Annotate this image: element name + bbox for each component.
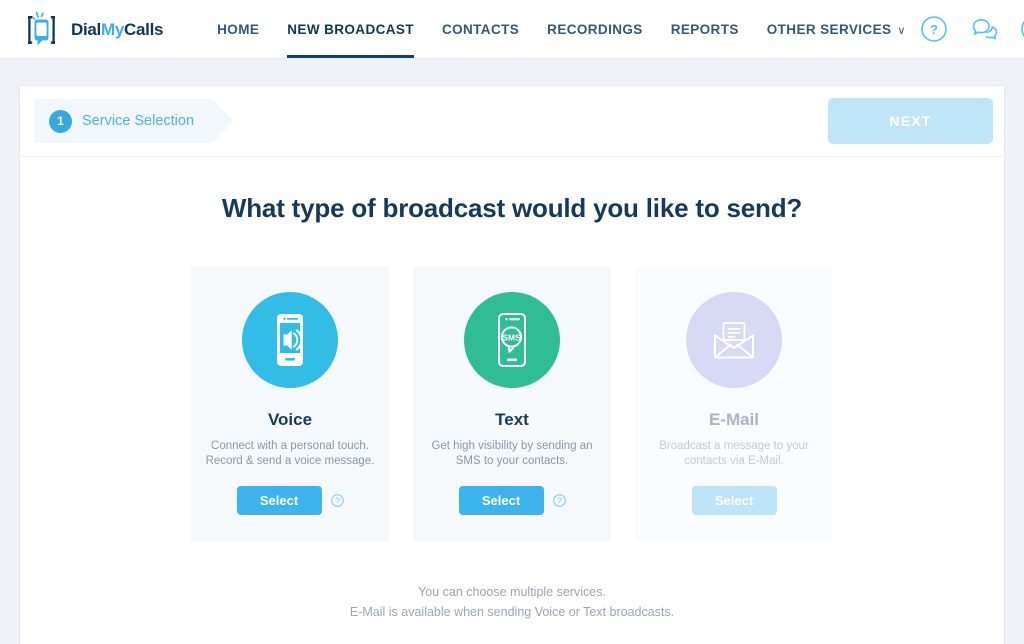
nav-label: REPORTS (670, 21, 739, 37)
footnote-line1: You can choose multiple services. (418, 585, 606, 599)
card-description: Get high visibility by sending an SMS to… (427, 439, 597, 469)
dialmycalls-phone-logo-icon (24, 10, 68, 50)
nav-item-other-services[interactable]: OTHER SERVICES ∨ (753, 0, 920, 58)
card-description-line1: Broadcast a message to your (659, 440, 809, 452)
card-title: E-Mail (708, 410, 760, 429)
nav-item-home[interactable]: HOME (203, 0, 273, 58)
phone-sms-icon: SMS (464, 292, 560, 388)
service-card-email: E-Mail Broadcast a message to your conta… (635, 266, 833, 542)
nav-item-new-broadcast[interactable]: NEW BROADCAST (273, 0, 428, 58)
card-description-line2: SMS to your contacts. (455, 455, 569, 467)
step-service-selection[interactable]: 1 Service Selection (34, 99, 235, 143)
page-background: 1 Service Selection NEXT What type of br… (0, 59, 1024, 644)
nav-label: CONTACTS (441, 21, 520, 37)
card-description-line1: Get high visibility by sending an (431, 440, 593, 452)
main-navigation: HOME NEW BROADCAST CONTACTS RECORDINGS R… (203, 0, 920, 58)
nav-label: RECORDINGS (547, 21, 643, 37)
app-header: DialMyCalls HOME NEW BROADCAST CONTACTS … (0, 0, 1024, 59)
nav-label: HOME (217, 21, 260, 37)
nav-item-recordings[interactable]: RECORDINGS (533, 0, 657, 58)
card-description-line1: Connect with a personal touch. (211, 440, 369, 452)
step-label: Service Selection (82, 113, 195, 129)
card-title: Text (495, 410, 529, 429)
nav-label: OTHER SERVICES (766, 21, 892, 37)
header-actions: ? (920, 15, 1024, 43)
logo-text-my: My (100, 20, 125, 39)
logo-text-dial: Dial (71, 20, 101, 39)
select-button-email: Select (691, 486, 777, 515)
card-title: Voice (267, 410, 313, 429)
chat-bubbles-icon[interactable] (970, 15, 998, 43)
logo-text-calls: Calls (124, 20, 164, 39)
next-button[interactable]: NEXT (828, 98, 993, 144)
envelope-icon (686, 292, 782, 388)
nav-label: NEW BROADCAST (287, 21, 414, 37)
service-card-voice[interactable]: Voice Connect with a personal touch. Rec… (191, 266, 389, 542)
page-title: What type of broadcast would you like to… (221, 193, 803, 223)
step-number-badge: 1 (49, 109, 72, 133)
select-button-text[interactable]: Select (458, 486, 544, 515)
content-panel: 1 Service Selection NEXT What type of br… (19, 85, 1005, 644)
card-description: Broadcast a message to your contacts via… (649, 439, 819, 469)
svg-text:?: ? (930, 22, 938, 37)
card-action-row: Select ? (236, 486, 344, 515)
card-description-line2: Record & send a voice message. (205, 455, 375, 467)
select-button-voice[interactable]: Select (236, 486, 322, 515)
card-action-row: Select ? (458, 486, 566, 515)
help-circle-icon[interactable]: ? (330, 494, 344, 507)
footnote-line2: E-Mail is available when sending Voice o… (349, 605, 675, 619)
card-description-line2: contacts via E-Mail. (684, 455, 784, 467)
service-card-list: Voice Connect with a personal touch. Rec… (20, 266, 1004, 542)
svg-text:SMS: SMS (502, 332, 521, 342)
help-circle-icon[interactable]: ? (920, 15, 948, 43)
phone-speaker-icon (242, 292, 338, 388)
logo[interactable]: DialMyCalls (24, 10, 163, 50)
logo-wordmark: DialMyCalls (71, 20, 163, 40)
card-action-row: Select (691, 486, 777, 515)
nav-item-reports[interactable]: REPORTS (657, 0, 753, 58)
card-description: Connect with a personal touch. Record & … (205, 439, 375, 469)
service-card-text[interactable]: SMS Text Get high visibility by sending … (413, 266, 611, 542)
service-selection-body: What type of broadcast would you like to… (20, 157, 1004, 622)
help-circle-icon[interactable]: ? (552, 494, 566, 507)
step-bar: 1 Service Selection NEXT (20, 86, 1004, 157)
user-account-icon[interactable] (1020, 15, 1024, 43)
svg-text:?: ? (335, 497, 340, 506)
svg-text:?: ? (557, 497, 562, 506)
chevron-down-icon: ∨ (897, 24, 906, 37)
nav-item-contacts[interactable]: CONTACTS (428, 0, 533, 58)
footnote: You can choose multiple services. E-Mail… (20, 582, 1004, 622)
